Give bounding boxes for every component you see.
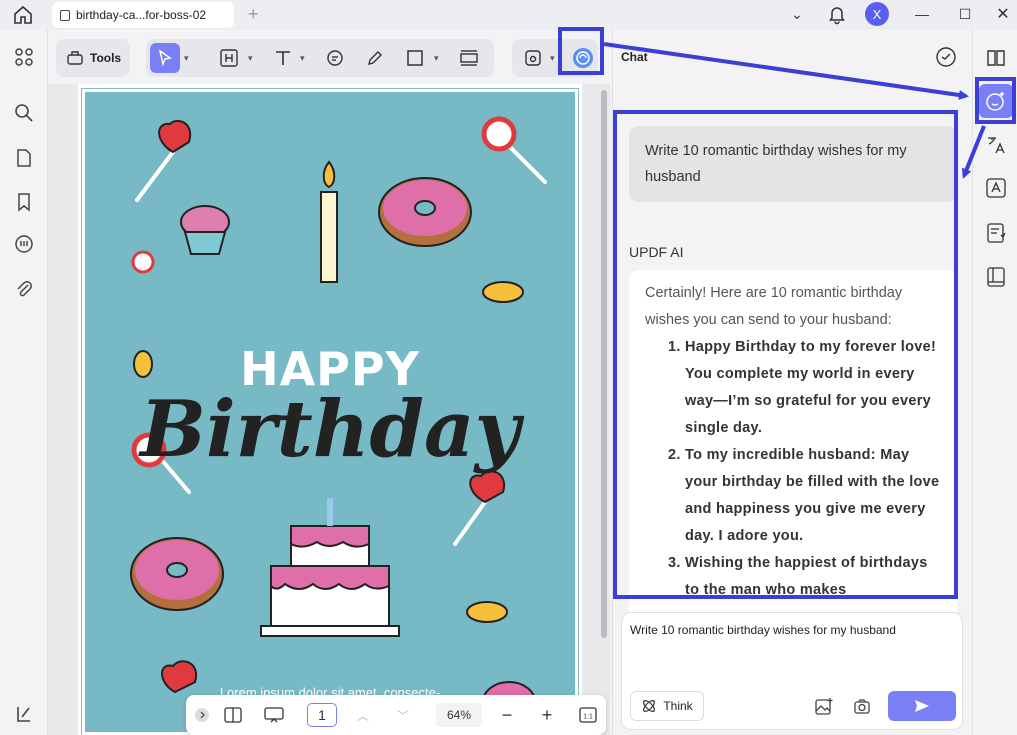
home-icon[interactable] — [12, 5, 34, 25]
ai-chat-icon — [986, 92, 1004, 111]
text-box-tool-button[interactable] — [210, 39, 248, 77]
ai-intro: Certainly! Here are 10 romantic birthday… — [645, 285, 903, 328]
form-icon[interactable] — [985, 222, 1007, 244]
birthday-heading: Birthday — [140, 384, 520, 475]
book-icon — [224, 707, 242, 723]
rectangle-icon — [407, 50, 423, 66]
document-scrollbar[interactable] — [601, 90, 607, 638]
ai-assistant-button[interactable] — [979, 84, 1013, 118]
ocr-icon[interactable] — [985, 177, 1007, 199]
toolbar: Tools ▾ ▾ ▾ ▾ ▾ — [48, 30, 610, 84]
presentation-button[interactable] — [262, 703, 286, 727]
chevron-down-icon[interactable]: ▾ — [248, 53, 253, 64]
annotation-tool-group: ▾ ▾ ▾ ▾ — [146, 39, 494, 77]
bell-icon[interactable] — [826, 3, 848, 25]
save-icon — [525, 50, 541, 66]
page-number-input[interactable]: 1 — [307, 703, 337, 727]
pages-icon[interactable] — [13, 147, 35, 169]
bookmark-icon[interactable] — [13, 191, 35, 213]
document-icon — [60, 9, 70, 21]
list-item: To my incredible husband: May your birth… — [685, 442, 941, 550]
chevron-down-icon[interactable]: ▾ — [434, 53, 439, 64]
search-icon[interactable] — [13, 102, 35, 124]
book-icon[interactable] — [985, 266, 1007, 288]
chat-title: Chat — [621, 50, 648, 64]
shape-tool-button[interactable] — [396, 39, 434, 77]
pen-icon — [368, 51, 382, 65]
send-icon — [915, 700, 929, 712]
new-tab-button[interactable]: + — [248, 4, 259, 25]
chevron-down-icon[interactable]: ▾ — [300, 53, 305, 64]
collapse-button[interactable] — [194, 703, 210, 727]
save-button[interactable] — [514, 39, 552, 77]
list-item: Happy Birthday to my forever love! You c… — [685, 334, 941, 442]
cursor-icon — [158, 49, 172, 67]
user-message: Write 10 romantic birthday wishes for my… — [629, 126, 957, 202]
left-sidebar — [0, 30, 48, 735]
reader-icon[interactable] — [985, 46, 1007, 68]
chevron-right-icon — [195, 708, 209, 722]
chat-panel: Chat Write 10 romantic birthday wishes f… — [612, 30, 972, 735]
comment-tool-button[interactable] — [316, 39, 354, 77]
stamp-tool-button[interactable] — [450, 39, 488, 77]
tab-title: birthday-ca...for-boss-02 — [76, 8, 207, 22]
presentation-icon — [264, 707, 284, 723]
title-bar: birthday-ca...for-boss-02 + ⌄ X — ☐ ✕ — [0, 0, 1017, 30]
avatar[interactable]: X — [865, 2, 889, 26]
attachment-icon[interactable] — [13, 279, 35, 301]
updf-ai-button[interactable] — [564, 39, 602, 77]
chevron-down-icon[interactable]: ▾ — [550, 53, 555, 64]
translate-icon[interactable] — [985, 134, 1007, 156]
text-box-icon — [220, 49, 238, 67]
layers-icon[interactable] — [13, 703, 35, 725]
actual-size-button[interactable]: 1:1 — [578, 703, 598, 727]
text-tool-button[interactable] — [264, 39, 302, 77]
svg-text:1:1: 1:1 — [583, 714, 593, 721]
minimize-button[interactable]: — — [910, 3, 934, 25]
ai-label: UPDF AI — [629, 244, 684, 260]
tools-button[interactable]: Tools — [56, 39, 130, 77]
text-icon — [276, 51, 290, 65]
zoom-out-button[interactable]: − — [498, 703, 516, 727]
list-item: Wishing the happiest of birthdays to the… — [685, 550, 941, 604]
send-button[interactable] — [888, 691, 956, 721]
atom-icon — [643, 700, 656, 712]
screenshot-icon[interactable] — [852, 697, 872, 717]
document-tab[interactable]: birthday-ca...for-boss-02 — [52, 2, 234, 28]
document-canvas[interactable]: HAPPY Birthday Lorem ipsum dolor sit ame… — [48, 84, 610, 735]
next-page-button[interactable]: ﹀ — [394, 703, 412, 727]
page-layout-button[interactable] — [222, 703, 244, 727]
select-tool-button[interactable] — [150, 43, 180, 73]
chevron-down-icon[interactable]: ▾ — [184, 53, 189, 64]
pdf-page: HAPPY Birthday Lorem ipsum dolor sit ame… — [78, 84, 582, 735]
chat-input-box[interactable]: Write 10 romantic birthday wishes for my… — [621, 612, 963, 730]
toolbox-icon — [67, 51, 83, 65]
ai-message: Certainly! Here are 10 romantic birthday… — [629, 270, 957, 620]
think-label: Think — [663, 699, 693, 713]
page-navigation-bar: 1 ︿ ﹀ 64% − + 1:1 — [186, 695, 606, 735]
close-button[interactable]: ✕ — [993, 3, 1013, 25]
wish-list: Happy Birthday to my forever love! You c… — [645, 334, 941, 604]
ai-assistant-icon — [573, 48, 593, 68]
ai-tool-group: ▾ — [512, 39, 598, 77]
thumbnails-icon[interactable] — [13, 46, 35, 68]
history-icon[interactable] — [935, 46, 957, 68]
previous-page-button[interactable]: ︿ — [354, 703, 372, 727]
zoom-level[interactable]: 64% — [436, 703, 482, 727]
image-icon[interactable] — [814, 697, 834, 717]
comment-icon — [327, 50, 343, 66]
zoom-in-button[interactable]: + — [538, 703, 556, 727]
chat-input[interactable]: Write 10 romantic birthday wishes for my… — [630, 623, 950, 637]
tools-label: Tools — [90, 51, 122, 65]
maximize-button[interactable]: ☐ — [953, 3, 977, 25]
birthday-card: HAPPY Birthday Lorem ipsum dolor sit ame… — [81, 88, 579, 735]
stamp-icon — [460, 50, 478, 66]
actual-size-icon: 1:1 — [579, 707, 597, 723]
think-button[interactable]: Think — [630, 691, 704, 721]
comment-icon[interactable] — [13, 234, 35, 256]
pen-tool-button[interactable] — [356, 39, 394, 77]
right-sidebar — [972, 30, 1017, 735]
chevron-down-icon[interactable]: ⌄ — [786, 3, 808, 25]
